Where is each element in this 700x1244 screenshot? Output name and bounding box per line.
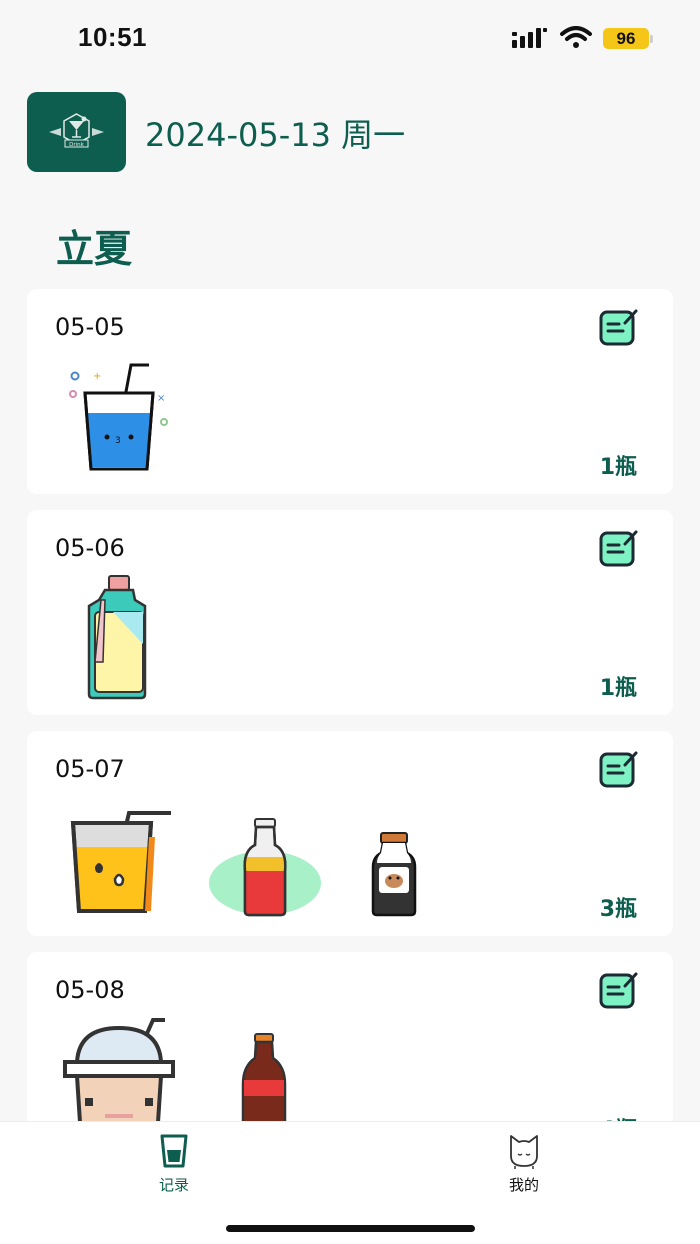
tab-mine-label: 我的 (508, 1176, 539, 1194)
record-card[interactable]: 05-05 + × 3 1瓶 (27, 289, 673, 494)
record-date: 05-07 (55, 755, 125, 783)
water-cup-icon: + × 3 (69, 363, 168, 471)
svg-text:×: × (157, 393, 165, 404)
edit-icon[interactable] (599, 749, 639, 789)
cat-icon (510, 1135, 538, 1169)
page-date-title: 2024-05-13 周一 (145, 116, 406, 154)
bubble-tea-icon (63, 1018, 175, 1138)
record-card[interactable]: 05-06 1瓶 (27, 510, 673, 715)
edit-icon[interactable] (599, 528, 639, 568)
orange-juice-icon (70, 811, 171, 913)
tab-record[interactable]: 记录 (114, 1132, 234, 1202)
home-indicator (226, 1225, 475, 1232)
logo-text: Drink (69, 142, 85, 148)
battery-level: 96 (603, 28, 649, 49)
status-bar: 10:51 96 (0, 0, 700, 76)
tab-record-label: 记录 (158, 1176, 189, 1194)
season-title: 立夏 (56, 227, 133, 271)
svg-text:+: + (93, 371, 101, 382)
green-bottle-icon (87, 575, 147, 700)
svg-text:3: 3 (115, 436, 121, 446)
tab-mine[interactable]: 我的 (464, 1132, 584, 1202)
status-time: 10:51 (78, 22, 147, 52)
cellular-signal-icon (512, 28, 547, 48)
record-date: 05-06 (55, 534, 125, 562)
app-logo: Drink (27, 92, 126, 172)
edit-icon[interactable] (599, 307, 639, 347)
record-count: 1瓶 (599, 455, 637, 480)
soda-bottle-icon (241, 1033, 287, 1132)
battery-tip (650, 35, 653, 43)
cola-bottle-icon (209, 818, 321, 917)
record-count: 3瓶 (599, 897, 637, 922)
milk-bottle-icon (371, 832, 417, 917)
record-date: 05-08 (55, 976, 125, 1004)
cocktail-logo-icon: Drink (49, 113, 104, 148)
wifi-icon (560, 26, 592, 48)
cup-icon (160, 1134, 188, 1168)
record-card[interactable]: 05-07 3瓶 (27, 731, 673, 936)
edit-icon[interactable] (599, 970, 639, 1010)
record-count: 1瓶 (599, 676, 637, 701)
bottom-tab-bar: 记录 我的 (0, 1121, 700, 1244)
record-date: 05-05 (55, 313, 125, 341)
